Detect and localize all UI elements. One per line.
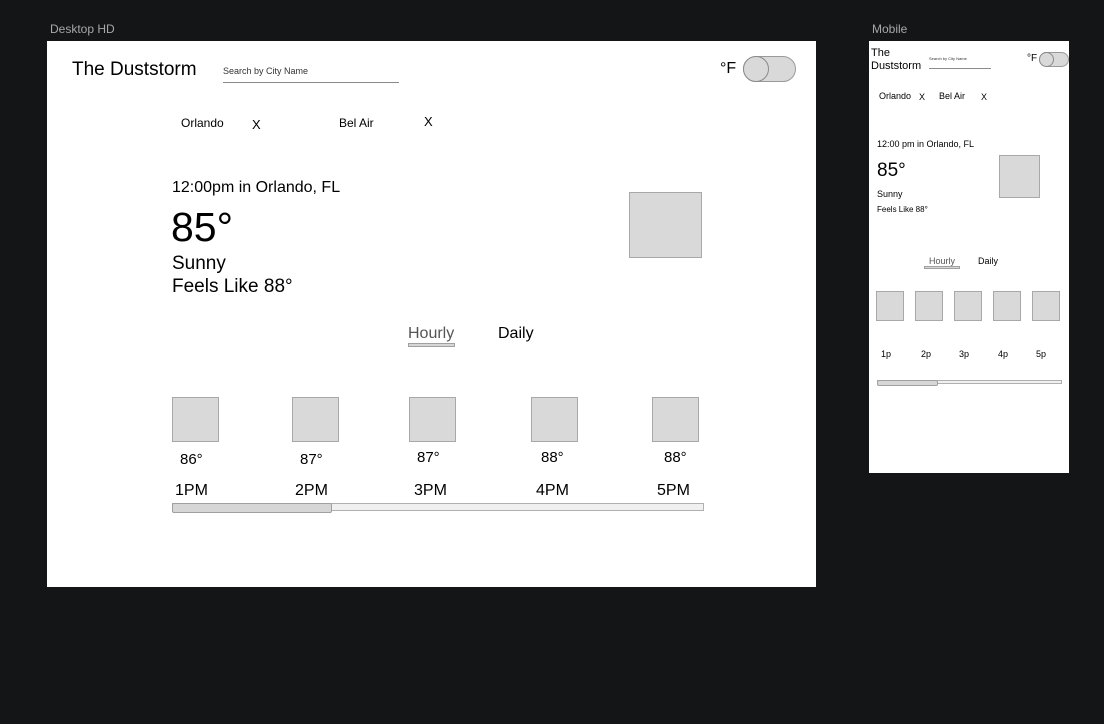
mobile-tab-daily[interactable]: Daily <box>978 256 998 266</box>
hourly-temp: 86° <box>180 451 203 468</box>
hourly-weather-icon <box>652 397 699 442</box>
mobile-hourly-time: 5p <box>1036 349 1047 359</box>
current-condition: Sunny <box>172 253 226 274</box>
tab-hourly-indicator <box>408 343 455 347</box>
mobile-current-time-location: 12:00 pm in Orlando, FL <box>877 139 975 149</box>
current-time-location: 12:00pm in Orlando, FL <box>172 179 341 196</box>
saved-city-bel-air[interactable]: Bel Air <box>339 116 374 130</box>
hourly-time: 3PM <box>414 482 447 499</box>
mobile-search-input[interactable] <box>929 54 991 62</box>
hourly-weather-icon <box>531 397 578 442</box>
mobile-hourly-weather-icon <box>1032 291 1060 321</box>
hourly-weather-icon <box>409 397 456 442</box>
mobile-app-title-line1: The <box>871 47 890 59</box>
search-underline <box>223 82 399 83</box>
mobile-hourly-time: 2p <box>921 349 932 359</box>
mobile-frame: The Duststorm °F Orlando X Bel Air X 12:… <box>869 41 1069 473</box>
hourly-weather-icon <box>292 397 339 442</box>
hourly-time: 2PM <box>295 482 328 499</box>
mobile-saved-city-orlando[interactable]: Orlando <box>879 91 911 101</box>
saved-city-orlando[interactable]: Orlando <box>181 116 224 130</box>
hourly-time: 1PM <box>175 482 208 499</box>
toggle-knob <box>743 56 769 82</box>
mobile-saved-city-bel-air[interactable]: Bel Air <box>939 91 965 101</box>
feels-like: Feels Like 88° <box>172 276 293 297</box>
mobile-remove-city-orlando-button[interactable]: X <box>919 92 925 102</box>
hourly-time: 5PM <box>657 482 690 499</box>
mobile-hourly-weather-icon <box>915 291 943 321</box>
mobile-hourly-scrollbar[interactable] <box>877 380 1062 386</box>
mobile-app-title-line2: Duststorm <box>871 60 922 72</box>
mobile-hourly-weather-icon <box>954 291 982 321</box>
unit-toggle[interactable] <box>743 56 796 82</box>
mobile-current-temperature: 85° <box>877 160 906 181</box>
mobile-weather-condition-icon <box>999 155 1040 198</box>
hourly-temp: 87° <box>300 451 323 468</box>
hourly-temp: 88° <box>541 449 564 466</box>
app-title: The Duststorm <box>72 59 197 80</box>
mobile-feels-like: Feels Like 88° <box>877 205 928 214</box>
hourly-weather-icon <box>172 397 219 442</box>
search-input[interactable] <box>223 64 398 78</box>
desktop-frame: The Duststorm °F Orlando X Bel Air X 12:… <box>47 41 816 587</box>
hourly-temp: 88° <box>664 449 687 466</box>
mobile-current-condition: Sunny <box>877 189 903 199</box>
tab-hourly[interactable]: Hourly <box>408 325 454 343</box>
hourly-temp: 87° <box>417 449 440 466</box>
hourly-scrollbar[interactable] <box>172 503 704 513</box>
mobile-hourly-time: 1p <box>881 349 892 359</box>
mobile-hourly-weather-icon <box>876 291 904 321</box>
remove-city-bel-air-button[interactable]: X <box>424 114 433 129</box>
mobile-remove-city-bel-air-button[interactable]: X <box>981 92 987 102</box>
mobile-toggle-knob <box>1039 52 1054 67</box>
unit-label: °F <box>720 60 737 77</box>
mobile-unit-toggle[interactable] <box>1039 52 1069 67</box>
mobile-unit-label: °F <box>1027 53 1038 64</box>
mobile-scrollbar-thumb[interactable] <box>877 380 938 386</box>
hourly-time: 4PM <box>536 482 569 499</box>
mobile-tab-hourly[interactable]: Hourly <box>929 256 955 266</box>
mobile-app-title: The Duststorm <box>871 47 921 73</box>
current-temperature: 85° <box>171 204 234 250</box>
mobile-hourly-time: 4p <box>998 349 1009 359</box>
tab-daily[interactable]: Daily <box>498 325 534 343</box>
mobile-hourly-time: 3p <box>959 349 970 359</box>
mobile-hourly-weather-icon <box>993 291 1021 321</box>
desktop-frame-label: Desktop HD <box>50 22 115 36</box>
remove-city-orlando-button[interactable]: X <box>252 117 261 132</box>
mobile-search-underline <box>929 68 991 69</box>
weather-condition-icon <box>629 192 702 258</box>
mobile-tab-hourly-indicator <box>924 266 960 269</box>
mobile-frame-label: Mobile <box>872 22 908 36</box>
scrollbar-thumb[interactable] <box>172 503 332 513</box>
